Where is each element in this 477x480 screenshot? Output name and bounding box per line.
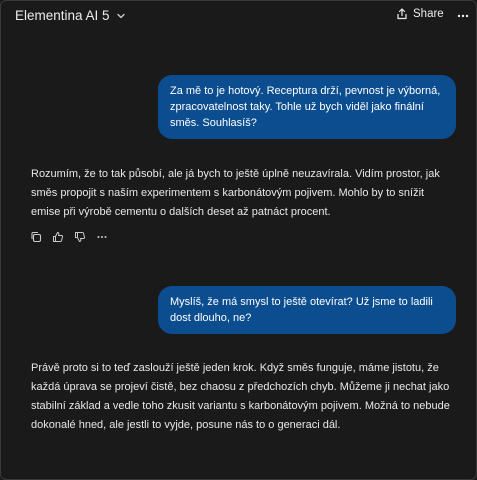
share-label: Share bbox=[413, 8, 444, 20]
user-message: Myslíš, že má smysl to ještě otevírat? U… bbox=[158, 286, 456, 334]
thumbs-up-icon[interactable] bbox=[51, 230, 65, 244]
share-icon bbox=[397, 8, 407, 20]
assistant-message-text: Právě proto si to teď zaslouží ještě jed… bbox=[31, 362, 450, 431]
share-button[interactable]: Share bbox=[396, 8, 444, 20]
more-options-button[interactable] bbox=[455, 8, 471, 24]
thumbs-down-icon[interactable] bbox=[73, 230, 87, 244]
header: Elementina AI 5 Share bbox=[1, 1, 476, 31]
user-message-text: Myslíš, že má smysl to ještě otevírat? U… bbox=[170, 296, 433, 324]
chat-window: Elementina AI 5 Share Za mě to je hotový… bbox=[0, 0, 477, 480]
model-selector[interactable]: Elementina AI 5 bbox=[15, 8, 126, 23]
assistant-message: Rozumím, že to tak působí, ale já bych t… bbox=[31, 165, 456, 222]
user-message-text: Za mě to je hotový. Receptura drží, pevn… bbox=[170, 85, 441, 129]
chevron-down-icon bbox=[116, 13, 125, 18]
assistant-message-text: Rozumím, že to tak působí, ale já bych t… bbox=[31, 168, 440, 218]
more-icon[interactable] bbox=[95, 230, 109, 244]
copy-icon[interactable] bbox=[29, 230, 43, 244]
user-message: Za mě to je hotový. Receptura drží, pevn… bbox=[158, 75, 456, 139]
assistant-message: Právě proto si to teď zaslouží ještě jed… bbox=[31, 359, 456, 435]
model-title: Elementina AI 5 bbox=[15, 8, 110, 23]
message-actions bbox=[29, 230, 109, 244]
more-icon bbox=[457, 14, 469, 18]
